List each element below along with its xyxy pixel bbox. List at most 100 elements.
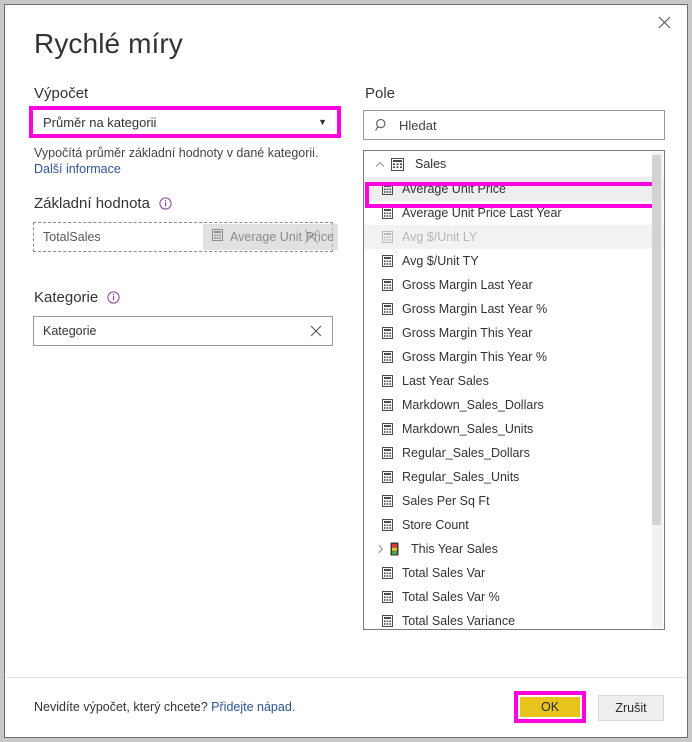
measure-icon: [381, 375, 393, 387]
field-rows: Average Unit Price Average Unit Price Las…: [364, 177, 664, 629]
field-list-item-label: Regular_Sales_Dollars: [402, 446, 530, 460]
field-list-item[interactable]: Average Unit Price: [364, 177, 664, 201]
field-list-item-label: Total Sales Var %: [402, 590, 500, 604]
field-list-item[interactable]: Markdown_Sales_Units: [364, 417, 664, 441]
field-list-item[interactable]: This Year Sales: [364, 537, 664, 561]
measure-icon: [381, 591, 393, 603]
clear-icon[interactable]: [310, 325, 332, 337]
table-icon: [391, 157, 404, 171]
category-label: Kategorie: [34, 288, 120, 310]
measure-glyph: [381, 207, 393, 219]
cancel-button[interactable]: Zrušit: [598, 695, 664, 721]
field-list-item-label: Markdown_Sales_Units: [402, 422, 534, 436]
field-list-item-label: This Year Sales: [411, 542, 498, 556]
base-value-label: Základní hodnota: [34, 194, 172, 216]
category-field-value: Kategorie: [43, 324, 97, 338]
measure-glyph: [381, 255, 393, 267]
measure-icon: [381, 183, 393, 195]
field-list-item[interactable]: Gross Margin This Year %: [364, 345, 664, 369]
measure-icon: [381, 255, 393, 267]
measure-icon: [381, 471, 393, 483]
add-idea-link[interactable]: Přidejte nápad.: [211, 700, 295, 714]
field-list-item[interactable]: Regular_Sales_Units: [364, 465, 664, 489]
measure-icon: [381, 231, 393, 243]
field-list-item[interactable]: Store Count: [364, 513, 664, 537]
chevron-right-glyph: [377, 544, 383, 554]
measure-icon: [381, 567, 393, 579]
base-value-placeholder: TotalSales: [43, 230, 101, 244]
base-value-label-text: Základní hodnota: [34, 195, 150, 212]
info-icon[interactable]: [107, 290, 120, 310]
quick-measures-dialog: Rychlé míry Výpočet Průměr na kategorii …: [4, 4, 688, 738]
measure-glyph: [381, 303, 393, 315]
kpi-icon: [388, 542, 400, 556]
field-list-item[interactable]: Avg $/Unit LY: [364, 225, 664, 249]
field-list-item-label: Gross Margin This Year %: [402, 350, 547, 364]
learn-more-link[interactable]: Další informace: [34, 162, 121, 176]
search-input[interactable]: [397, 114, 658, 136]
measure-glyph: [381, 351, 393, 363]
calculation-highlight-box: [29, 106, 341, 138]
kpi-glyph: [390, 542, 398, 556]
fields-label: Pole: [365, 85, 396, 102]
field-list-item[interactable]: Gross Margin Last Year: [364, 273, 664, 297]
field-list-item-label: Avg $/Unit LY: [402, 230, 478, 244]
measure-glyph: [381, 567, 393, 579]
search-box[interactable]: [363, 110, 665, 140]
field-group-sales[interactable]: Sales: [364, 151, 664, 177]
field-list-item[interactable]: Markdown_Sales_Dollars: [364, 393, 664, 417]
search-icon: [375, 118, 389, 132]
measure-glyph: [381, 519, 393, 531]
measure-icon: [381, 615, 393, 627]
field-list-item[interactable]: Last Year Sales: [364, 369, 664, 393]
field-list[interactable]: Sales Average Unit Price Average Unit Pri…: [363, 150, 665, 630]
field-list-item-label: Average Unit Price Last Year: [402, 206, 562, 220]
base-value-dropzone[interactable]: TotalSales: [33, 222, 333, 252]
field-list-item-label: Regular_Sales_Units: [402, 470, 520, 484]
measure-glyph: [381, 183, 393, 195]
calculation-label: Výpočet: [34, 85, 89, 102]
category-field[interactable]: Kategorie: [33, 316, 333, 346]
field-list-item-label: Gross Margin This Year: [402, 326, 533, 340]
close-icon[interactable]: [642, 5, 687, 39]
measure-icon: [381, 519, 393, 531]
search-glyph: [375, 118, 386, 131]
chevron-up-icon[interactable]: [372, 161, 388, 168]
footer-note: Nevidíte výpočet, který chcete? Přidejte…: [34, 700, 295, 714]
measure-glyph: [381, 231, 393, 243]
field-list-scrollbar-thumb[interactable]: [652, 155, 661, 525]
field-list-inner: Sales Average Unit Price Average Unit Pri…: [364, 151, 664, 629]
measure-icon: [381, 351, 393, 363]
measure-glyph: [381, 279, 393, 291]
close-glyph: [658, 16, 671, 28]
field-list-item[interactable]: Gross Margin Last Year %: [364, 297, 664, 321]
field-list-item[interactable]: Total Sales Variance: [364, 609, 664, 629]
field-list-item[interactable]: Gross Margin This Year: [364, 321, 664, 345]
field-list-item[interactable]: Avg $/Unit TY: [364, 249, 664, 273]
chevron-right-icon[interactable]: [372, 544, 388, 554]
footer-divider: [6, 677, 686, 678]
measure-glyph: [381, 495, 393, 507]
measure-glyph: [381, 327, 393, 339]
measure-icon: [381, 207, 393, 219]
measure-icon: [381, 327, 393, 339]
field-list-item[interactable]: Total Sales Var: [364, 561, 664, 585]
field-list-item-label: Avg $/Unit TY: [402, 254, 479, 268]
field-list-item-label: Gross Margin Last Year: [402, 278, 533, 292]
field-list-item-label: Total Sales Var: [402, 566, 486, 580]
table-glyph: [391, 157, 404, 171]
field-list-item[interactable]: Sales Per Sq Ft: [364, 489, 664, 513]
footer-note-text: Nevidíte výpočet, který chcete?: [34, 700, 212, 714]
field-list-item-label: Last Year Sales: [402, 374, 489, 388]
info-icon[interactable]: [159, 196, 172, 216]
info-glyph: [107, 291, 120, 304]
field-list-item-label: Sales Per Sq Ft: [402, 494, 490, 508]
field-list-item[interactable]: Regular_Sales_Dollars: [364, 441, 664, 465]
category-label-text: Kategorie: [34, 289, 99, 306]
measure-glyph: [381, 591, 393, 603]
measure-glyph: [381, 399, 393, 411]
field-list-item[interactable]: Total Sales Var %: [364, 585, 664, 609]
chevron-up-glyph: [375, 161, 385, 167]
field-list-scrollbar-track[interactable]: [652, 152, 663, 628]
field-list-item[interactable]: Average Unit Price Last Year: [364, 201, 664, 225]
